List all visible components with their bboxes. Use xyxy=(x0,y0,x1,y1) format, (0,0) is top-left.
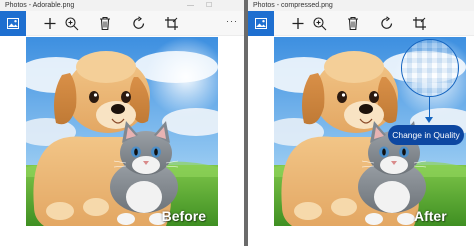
zoom-in-icon xyxy=(65,17,79,31)
arrow-down-icon xyxy=(425,117,433,123)
status-area xyxy=(0,226,244,246)
titlebar: Photos - compressed.png xyxy=(248,0,474,11)
toolbar xyxy=(248,11,474,36)
crop-button[interactable] xyxy=(412,16,428,31)
delete-icon xyxy=(100,16,110,31)
crop-icon xyxy=(165,17,178,30)
photo-after: Change in Quality After xyxy=(274,37,466,226)
after-caption: After xyxy=(414,208,447,224)
crop-icon xyxy=(413,17,426,30)
rotate-button[interactable] xyxy=(131,16,147,31)
photos-window-left: Photos - Adorable.png — ☐ ··· Before xyxy=(0,0,244,246)
status-area xyxy=(248,226,474,246)
before-caption: Before xyxy=(161,208,206,224)
puppy-kitten-image xyxy=(26,37,218,226)
plus-icon xyxy=(44,18,56,29)
zoom-in-icon xyxy=(313,17,327,31)
photo-before: Before xyxy=(26,37,218,226)
plus-icon xyxy=(292,18,304,29)
image-view-button[interactable] xyxy=(0,11,26,36)
zoom-in-button[interactable] xyxy=(64,16,80,31)
titlebar: Photos - Adorable.png — ☐ xyxy=(0,0,244,11)
rotate-icon xyxy=(133,16,145,29)
image-icon xyxy=(7,18,19,29)
minimize-button[interactable]: — xyxy=(187,1,194,10)
image-icon xyxy=(255,18,267,29)
photos-window-right: Photos - compressed.png Change in Qualit… xyxy=(248,0,474,246)
change-in-quality-label: Change in Quality xyxy=(388,125,464,145)
image-view-button[interactable] xyxy=(248,11,274,36)
pixelation-overlay xyxy=(402,40,458,96)
rotate-button[interactable] xyxy=(379,16,395,31)
delete-button[interactable] xyxy=(345,16,361,31)
maximize-button[interactable]: ☐ xyxy=(206,1,212,10)
toolbar: ··· xyxy=(0,11,244,36)
delete-icon xyxy=(348,16,358,31)
crop-button[interactable] xyxy=(164,16,180,31)
add-button[interactable] xyxy=(290,16,306,31)
callout-line xyxy=(429,97,431,119)
more-icon[interactable]: ··· xyxy=(226,17,238,26)
delete-button[interactable] xyxy=(97,16,113,31)
quality-highlight-circle xyxy=(401,39,459,97)
rotate-icon xyxy=(381,16,393,29)
add-button[interactable] xyxy=(42,16,58,31)
window-title: Photos - compressed.png xyxy=(253,2,333,9)
window-title: Photos - Adorable.png xyxy=(5,2,75,9)
zoom-in-button[interactable] xyxy=(312,16,328,31)
